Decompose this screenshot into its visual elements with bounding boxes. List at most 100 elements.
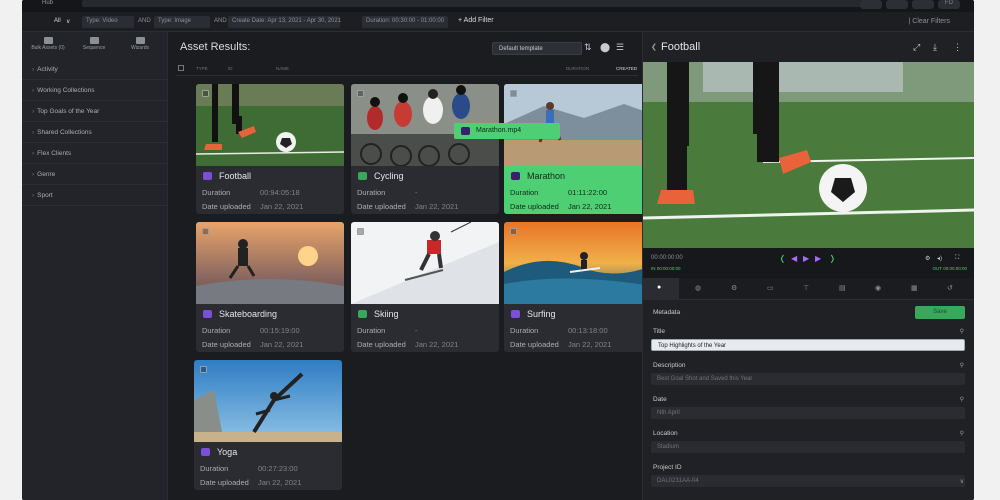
chevron-left-icon[interactable]: ❮: [651, 43, 657, 51]
tab-settings-icon[interactable]: ⚙: [731, 284, 737, 292]
tab-info-icon[interactable]: ◍: [695, 284, 701, 292]
duration-label: Duration: [357, 326, 386, 335]
step-forward-icon[interactable]: ❭: [829, 254, 836, 263]
column-duration[interactable]: DURATION: [566, 66, 589, 71]
sidebar-tab-sequence[interactable]: Sequence: [72, 35, 116, 51]
sidebar-item-working-collections[interactable]: › Working Collections: [22, 80, 168, 101]
tab-metadata-icon[interactable]: ●: [657, 284, 661, 291]
select-checkbox[interactable]: [202, 90, 209, 97]
save-button[interactable]: Save: [915, 306, 965, 319]
project-id-field[interactable]: DAL0231AA-04: [651, 475, 965, 487]
clear-filters-button[interactable]: | Clear Filters: [909, 18, 951, 25]
select-checkbox[interactable]: [200, 366, 207, 373]
date-label: Date uploaded: [200, 478, 249, 487]
thumbnail-yoga: [194, 360, 342, 442]
select-checkbox[interactable]: [357, 90, 364, 97]
date-field[interactable]: Nth April: [651, 407, 965, 419]
asset-card-surfing[interactable]: Surfing Duration 00:13:18:00 Date upload…: [504, 222, 652, 352]
search-icon[interactable]: ⚲: [960, 430, 964, 437]
clock-icon[interactable]: [860, 0, 882, 9]
filter-chip-create-date[interactable]: Create Date: Apr 13, 2021 - Apr 30, 2021: [228, 16, 341, 28]
select-checkbox[interactable]: [202, 228, 209, 235]
column-id[interactable]: ID: [228, 66, 233, 71]
duration-label: Duration: [510, 326, 539, 335]
select-checkbox[interactable]: [510, 90, 517, 97]
step-back-icon[interactable]: ❬: [779, 254, 786, 263]
user-avatar[interactable]: FD: [938, 0, 960, 9]
duration-value: 00:15:19:00: [260, 326, 300, 335]
app-window: Hub FD All ∨ Type: Video AND Type: Image…: [22, 0, 974, 500]
rewind-icon[interactable]: ◀: [791, 254, 797, 263]
asset-card-football[interactable]: Football Duration 00:94:05:18 Date uploa…: [196, 84, 344, 214]
field-label-project-id: Project ID: [653, 464, 682, 471]
location-pin-icon[interactable]: ⬤: [600, 42, 610, 53]
search-icon[interactable]: ⚲: [960, 396, 964, 403]
drag-preview-label[interactable]: Marathon.mp4: [454, 123, 560, 139]
search-icon[interactable]: ⚲: [960, 328, 964, 335]
asset-name: Surfing: [527, 309, 556, 319]
filter-chip-duration[interactable]: Duration: 00:30:00 - 01:00:00: [362, 16, 448, 28]
grid-icon[interactable]: [912, 0, 934, 9]
tab-history-icon[interactable]: ↺: [947, 284, 953, 292]
filter-chip-type-video[interactable]: Type: Video: [82, 16, 134, 28]
asset-card-skiing[interactable]: Skiing Duration - Date uploaded Jan 22, …: [351, 222, 499, 352]
column-name[interactable]: NAME: [276, 66, 289, 71]
list-view-icon[interactable]: ☰: [616, 42, 624, 53]
search-icon[interactable]: ⚲: [960, 362, 964, 369]
sort-icon[interactable]: ⇅: [584, 42, 592, 53]
sidebar-item-top-goals[interactable]: › Top Goals of the Year: [22, 101, 168, 122]
tab-document-icon[interactable]: ▦: [911, 284, 918, 292]
address-bar[interactable]: [82, 0, 862, 7]
more-options-icon[interactable]: ⋮: [953, 42, 962, 53]
fullscreen-icon[interactable]: ⛶: [955, 255, 959, 262]
sidebar-item-sport[interactable]: › Sport: [22, 185, 168, 206]
filter-chip-type-image[interactable]: Type: Image: [154, 16, 210, 28]
location-field[interactable]: Stadium: [651, 441, 965, 453]
sidebar-tab-label: Sequence: [82, 45, 106, 51]
sidebar-tab-wizards[interactable]: Wizards: [118, 35, 162, 51]
asset-name: Yoga: [217, 447, 238, 457]
video-player[interactable]: [643, 62, 974, 248]
asset-name: Marathon: [527, 171, 566, 181]
scope-select[interactable]: All: [54, 18, 61, 24]
chevron-down-icon[interactable]: ∨: [960, 478, 964, 485]
asset-card-cycling[interactable]: Cycling Duration - Date uploaded Jan 22,…: [351, 84, 499, 214]
tab-hierarchy-icon[interactable]: ⊤: [803, 284, 809, 292]
info-icon[interactable]: [886, 0, 908, 9]
tab-location-icon[interactable]: ◉: [875, 284, 881, 292]
date-value: Jan 22, 2021: [260, 340, 304, 349]
sidebar-item-shared-collections[interactable]: › Shared Collections: [22, 122, 168, 143]
browser-tab[interactable]: Hub: [42, 0, 53, 6]
select-checkbox[interactable]: [357, 228, 364, 235]
asset-card-marathon[interactable]: Marathon Duration 01:11:22:00 Date uploa…: [504, 84, 652, 214]
expand-icon[interactable]: ⤢: [913, 42, 920, 53]
sidebar-tab-bulk-assets[interactable]: Bulk Assets (0): [26, 35, 70, 51]
sidebar-item-activity[interactable]: › Activity: [22, 59, 168, 80]
download-icon[interactable]: ⤓: [933, 42, 937, 53]
sidebar-item-flex-clients[interactable]: › Flex Clients: [22, 143, 168, 164]
sidebar-item-label: Shared Collections: [37, 129, 92, 136]
play-icon[interactable]: ▶: [803, 254, 809, 263]
out-timecode: OUT 00:00:00:00: [932, 266, 967, 271]
duration-value: 01:11:22:00: [568, 188, 608, 197]
sidebar-item-genre[interactable]: › Genre: [22, 164, 168, 185]
asset-card-skateboarding[interactable]: Skateboarding Duration 00:15:19:00 Date …: [196, 222, 344, 352]
add-filter-button[interactable]: + Add Filter: [458, 17, 494, 24]
select-all-checkbox[interactable]: [178, 65, 184, 71]
fast-forward-icon[interactable]: ▶: [815, 254, 821, 263]
settings-icon[interactable]: ⚙: [925, 255, 930, 262]
column-type[interactable]: TYPE: [196, 66, 208, 71]
template-select[interactable]: Default template: [492, 42, 582, 55]
tab-comments-icon[interactable]: ▭: [767, 284, 774, 292]
column-created[interactable]: CREATED: [616, 66, 637, 71]
select-checkbox[interactable]: [510, 228, 517, 235]
sidebar-tabs: Bulk Assets (0) Sequence Wizards: [22, 35, 168, 59]
image-icon: [358, 172, 367, 180]
volume-icon[interactable]: ◂): [937, 255, 942, 262]
title-field[interactable]: Top Highlights of the Year: [651, 339, 965, 351]
asset-card-yoga[interactable]: Yoga Duration 00:27:23:00 Date uploaded …: [194, 360, 342, 490]
tab-lock-icon[interactable]: ▤: [839, 284, 846, 292]
chevron-down-icon[interactable]: ∨: [66, 18, 70, 25]
description-field[interactable]: Best Goal Shot and Saved this Year: [651, 373, 965, 385]
date-value: Jan 22, 2021: [260, 202, 304, 211]
